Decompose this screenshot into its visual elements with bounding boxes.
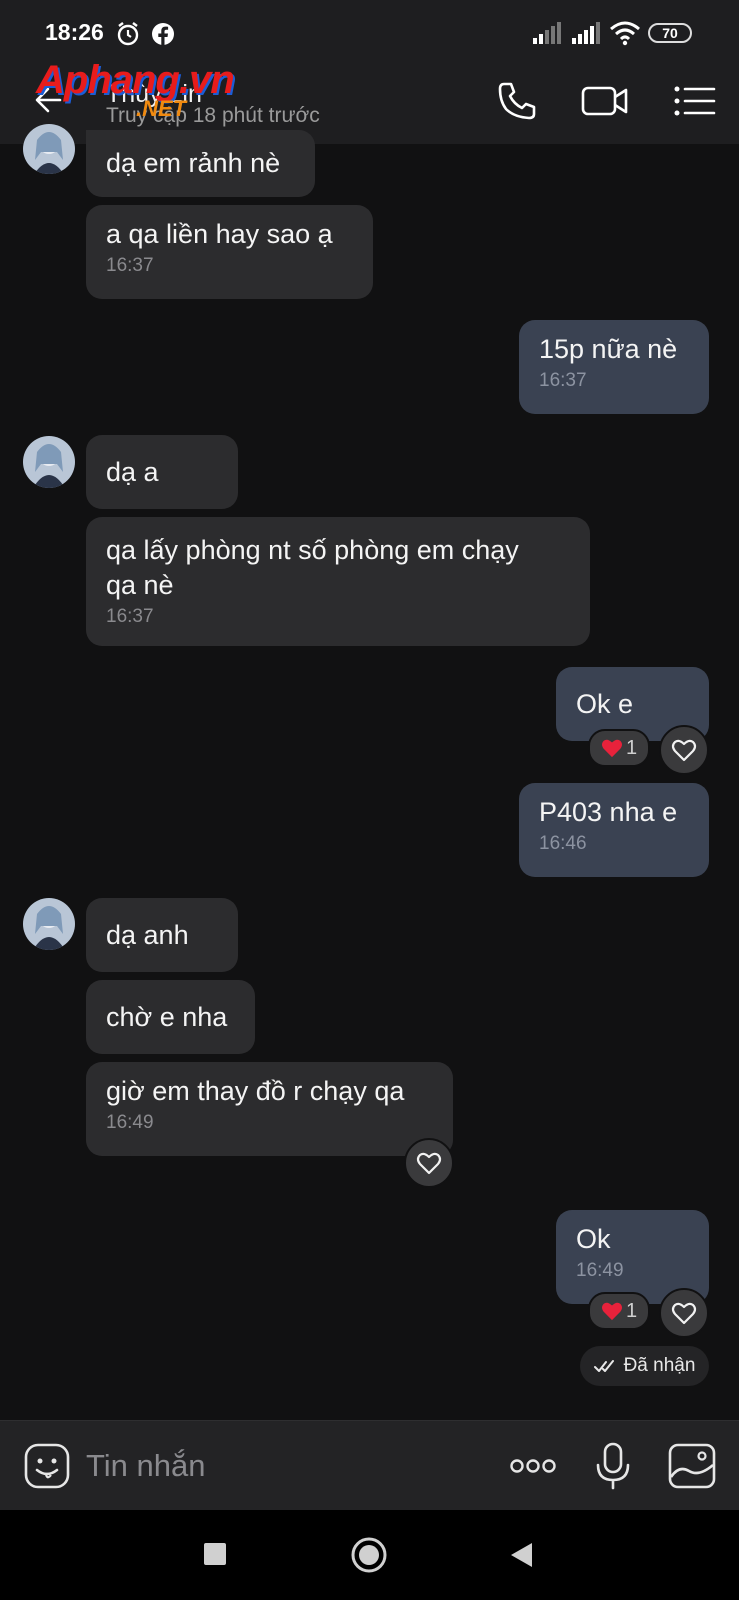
status-clock: 18:26	[45, 19, 104, 45]
message-text: dạ anh	[106, 920, 189, 950]
message-text: Ok	[576, 1224, 611, 1254]
message-text: chờ e nha	[106, 1002, 228, 1032]
watermark-logo: Aphang.vn .NET	[36, 58, 266, 128]
signal-icon	[572, 22, 600, 44]
alarm-icon	[117, 22, 139, 46]
double-check-icon	[593, 1360, 614, 1372]
message-text: qa lấy phòng nt số phòng em chạy qa nè	[106, 535, 519, 600]
message-bubble-incoming[interactable]: giờ em thay đồ r chạy qa 16:49	[86, 1062, 453, 1156]
red-heart-icon	[601, 739, 622, 758]
wifi-icon	[610, 21, 640, 46]
phone-icon[interactable]	[492, 76, 542, 126]
reaction-summary[interactable]: 1	[588, 729, 650, 767]
message-bubble-outgoing[interactable]: P403 nha e 16:46	[519, 783, 709, 877]
nav-home-icon[interactable]	[350, 1536, 388, 1574]
heart-icon	[671, 1302, 697, 1325]
message-input[interactable]	[86, 1444, 466, 1488]
heart-icon	[416, 1152, 442, 1175]
nav-back-icon[interactable]	[508, 1541, 534, 1569]
message-time: 16:46	[539, 833, 587, 854]
message-time: 16:37	[106, 606, 154, 627]
watermark-sub: .NET	[136, 96, 187, 121]
video-call-icon[interactable]	[580, 76, 630, 126]
facebook-icon	[152, 23, 174, 45]
message-bubble-incoming[interactable]: chờ e nha	[86, 980, 255, 1054]
message-bubble-incoming[interactable]: a qa liền hay sao ạ 16:37	[86, 205, 373, 299]
message-text: dạ a	[106, 457, 159, 487]
delivery-status: Đã nhận	[580, 1346, 709, 1386]
message-text: dạ em rảnh nè	[106, 148, 281, 178]
signal-icon	[533, 22, 561, 44]
heart-react-button[interactable]	[659, 1288, 709, 1338]
more-icon[interactable]	[508, 1441, 558, 1491]
delivery-status-text: Đã nhận	[623, 1355, 696, 1376]
menu-list-icon[interactable]	[670, 76, 720, 126]
message-time: 16:49	[576, 1260, 624, 1281]
battery-icon: 70	[648, 23, 692, 43]
message-time: 16:49	[106, 1112, 154, 1133]
red-heart-icon	[601, 1302, 622, 1321]
message-text: a qa liền hay sao ạ	[106, 219, 333, 249]
message-text: giờ em thay đồ r chạy qa	[106, 1076, 405, 1106]
heart-react-button[interactable]	[659, 725, 709, 775]
heart-react-button[interactable]	[404, 1138, 454, 1188]
message-text: 15p nữa nè	[539, 334, 678, 364]
emoji-icon[interactable]	[22, 1441, 72, 1491]
message-text: Ok e	[576, 689, 634, 719]
message-bubble-outgoing[interactable]: 15p nữa nè 16:37	[519, 320, 709, 414]
message-text: P403 nha e	[539, 797, 678, 827]
message-bubble-incoming[interactable]: dạ em rảnh nè	[86, 130, 315, 197]
message-bubble-incoming[interactable]: dạ anh	[86, 898, 238, 972]
reaction-count: 1	[625, 1299, 638, 1322]
avatar[interactable]	[23, 898, 75, 950]
reaction-summary[interactable]: 1	[588, 1292, 650, 1330]
avatar[interactable]	[23, 436, 75, 488]
message-time: 16:37	[539, 370, 587, 391]
message-bubble-incoming[interactable]: dạ a	[86, 435, 238, 509]
reaction-count: 1	[625, 736, 638, 759]
message-bubble-incoming[interactable]: qa lấy phòng nt số phòng em chạy qa nè 1…	[86, 517, 590, 646]
nav-recents-icon[interactable]	[203, 1542, 227, 1566]
message-time: 16:37	[106, 255, 154, 276]
microphone-icon[interactable]	[588, 1441, 638, 1491]
watermark-main: Aphang.vn	[36, 58, 235, 102]
avatar[interactable]	[23, 124, 75, 174]
image-icon[interactable]	[667, 1441, 717, 1491]
heart-icon	[671, 739, 697, 762]
